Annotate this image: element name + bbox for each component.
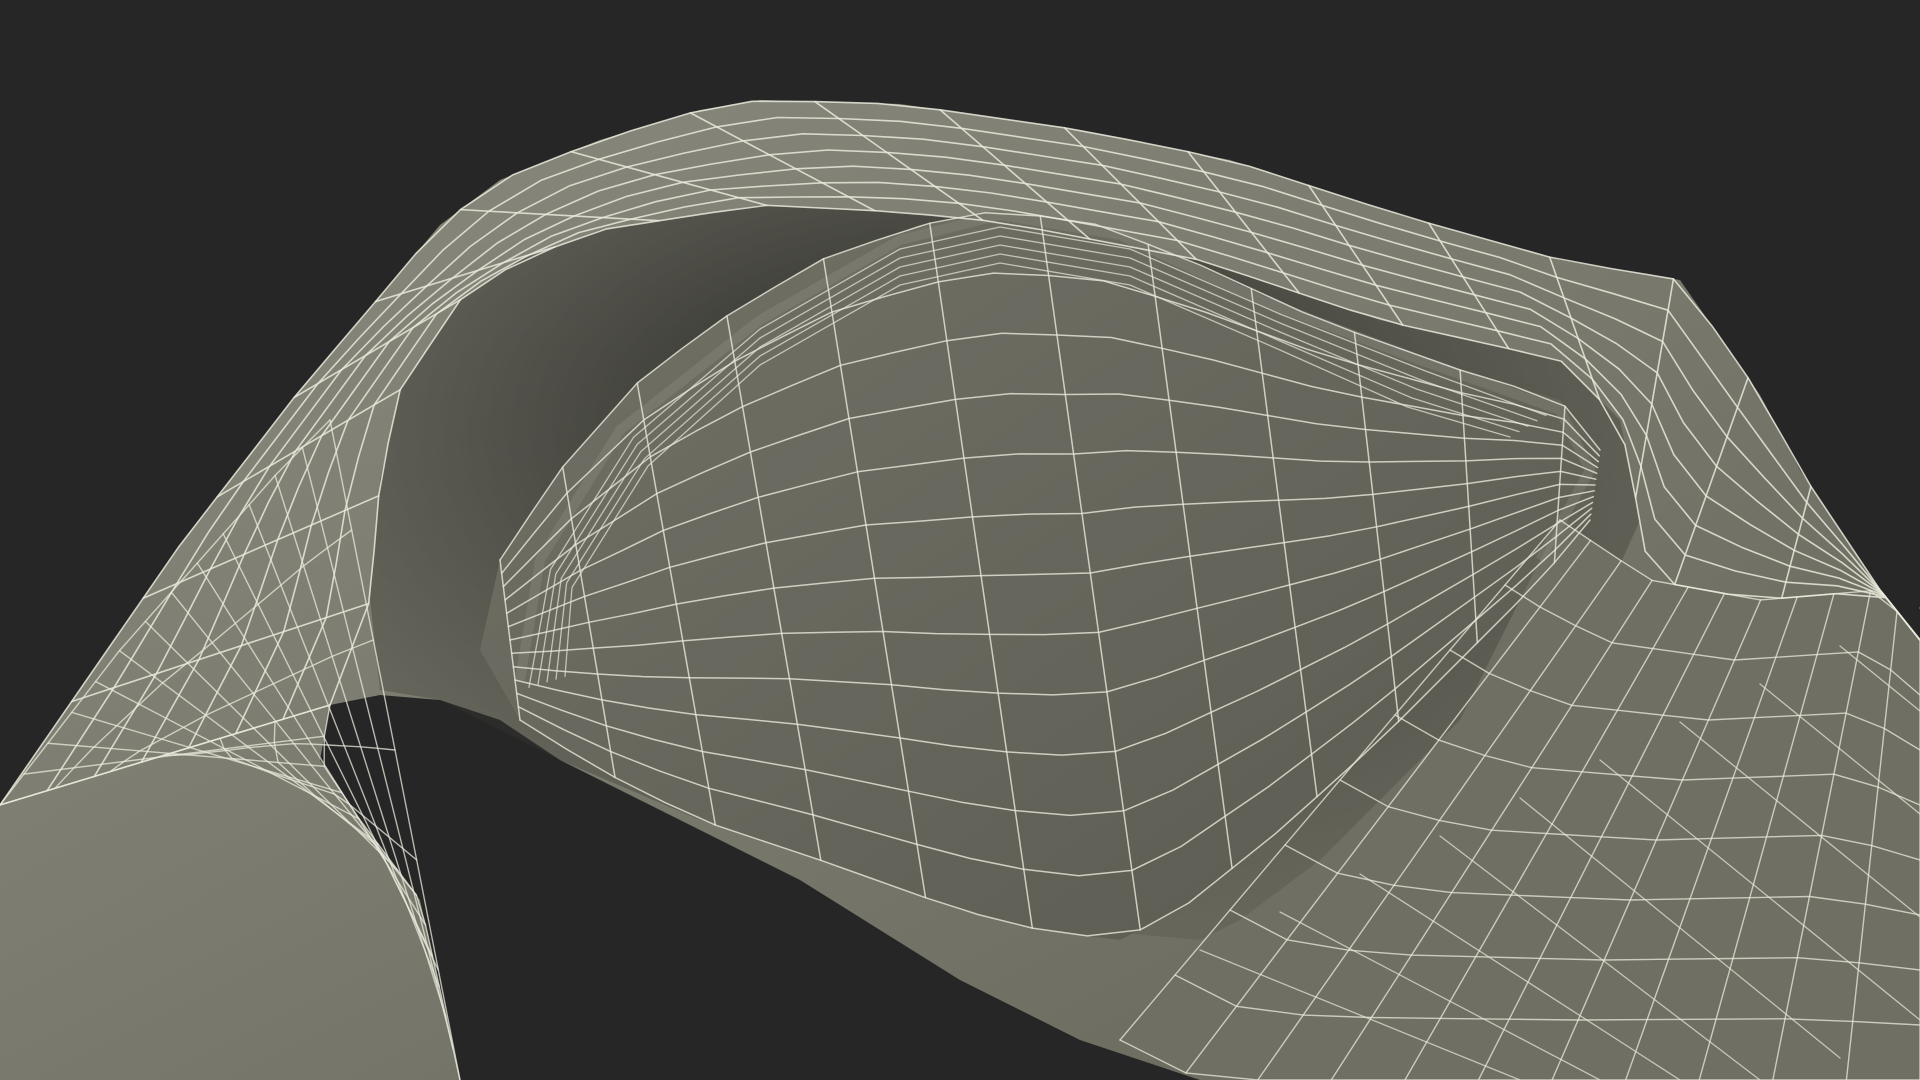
wireframe-render-viewport (0, 0, 1920, 1080)
wireframe-model-svg (0, 100, 1920, 1080)
